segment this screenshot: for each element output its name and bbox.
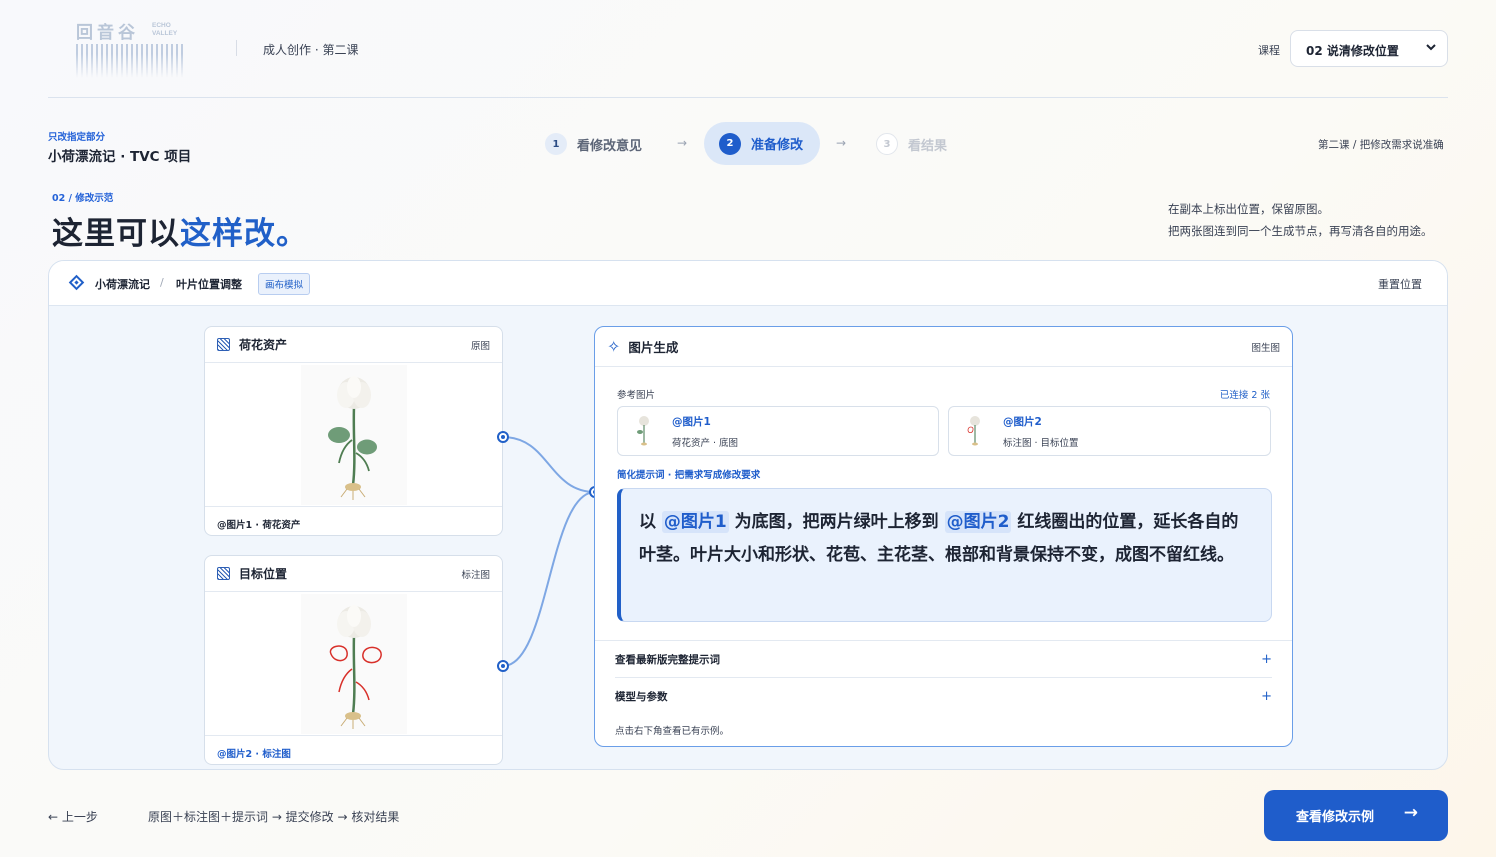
asset-card-tag: 原图 xyxy=(470,340,490,352)
image-icon xyxy=(217,338,230,351)
asset-node-card[interactable]: 荷花资产 原图 @图片1 · 荷花资产 xyxy=(204,326,503,536)
target-card-footer: @图片2 · 标注图 xyxy=(217,749,291,760)
target-card-title: 目标位置 xyxy=(239,567,288,581)
accordion-full-prompt[interactable]: 查看最新版完整提示词 + xyxy=(615,652,1272,672)
mention-image-1: @图片1 xyxy=(661,511,729,533)
step-number: 2 xyxy=(719,132,741,155)
prompt-label: 简化提示词 · 把需求写成修改要求 xyxy=(617,470,761,481)
view-example-button[interactable]: 查看修改示例 → xyxy=(1264,790,1448,841)
workflow-summary: 原图＋标注图＋提示词 → 提交修改 → 核对结果 xyxy=(148,810,400,824)
logo-bars xyxy=(76,44,186,78)
course-select[interactable]: 02 说清修改位置 xyxy=(1290,30,1448,67)
logo-text-en: ECHO VALLEY xyxy=(152,22,178,37)
lesson-note: 第二课 / 把修改需求说准确 xyxy=(1318,139,1444,151)
section-kicker: 02 / 修改示范 xyxy=(52,193,114,204)
plus-icon: + xyxy=(1261,652,1272,667)
target-node-card[interactable]: 目标位置 标注图 @图片2 · 标注图 xyxy=(204,555,503,765)
divider xyxy=(595,640,1292,641)
step-arrow-icon: → xyxy=(677,136,688,150)
course-subtitle: 成人创作 · 第二课 xyxy=(263,43,359,57)
logo: 回音谷 ECHO VALLEY xyxy=(72,14,190,80)
mention-image-2: @图片2 xyxy=(944,511,1012,533)
target-image xyxy=(205,592,502,736)
reference-title: @图片1 xyxy=(672,415,711,428)
image-generation-node[interactable]: ✧ 图片生成 图生图 参考图片 已连接 2 张 @图片1 荷花资产 · 底图 @… xyxy=(594,326,1293,747)
generation-card-tag: 图生图 xyxy=(1251,342,1280,354)
header-divider xyxy=(236,40,237,56)
asset-card-header: 荷花资产 原图 xyxy=(205,327,502,363)
sparkle-icon: ✧ xyxy=(607,337,621,356)
header-divider-line xyxy=(48,97,1448,98)
canvas-panel: 小荷漂流记 / 叶片位置调整 画布模拟 重置位置 荷花资产 原图 @图片1 · … xyxy=(48,260,1448,770)
target-card-header: 目标位置 标注图 xyxy=(205,556,502,592)
headline-highlight: 这样改。 xyxy=(180,216,308,252)
logo-text-cn: 回音谷 xyxy=(76,23,139,43)
course-label: 课程 xyxy=(1258,44,1280,57)
step-label: 看修改意见 xyxy=(577,138,643,154)
reference-thumbnail xyxy=(637,416,649,446)
accordion-model-params[interactable]: 模型与参数 + xyxy=(615,689,1272,709)
section-description-2: 把两张图连到同一个生成节点，再写清各自的用途。 xyxy=(1168,224,1433,238)
generation-hint: 点击右下角查看已有示例。 xyxy=(615,726,730,737)
step-number: 1 xyxy=(545,133,567,155)
target-card-tag: 标注图 xyxy=(461,569,490,581)
connector-target xyxy=(502,491,596,667)
asset-card-footer: @图片1 · 荷花资产 xyxy=(217,520,301,531)
step-label: 准备修改 xyxy=(751,138,804,153)
asset-card-title: 荷花资产 xyxy=(239,338,288,352)
reference-subtitle: 标注图 · 目标位置 xyxy=(1003,437,1079,449)
view-example-label: 查看修改示例 xyxy=(1296,810,1375,825)
chevron-down-icon xyxy=(1426,44,1436,51)
target-output-port[interactable] xyxy=(497,660,509,672)
reference-item[interactable]: @图片1 荷花资产 · 底图 xyxy=(617,406,939,456)
reference-count: 已连接 2 张 xyxy=(1219,390,1270,401)
generation-card-title: 图片生成 xyxy=(628,340,679,355)
step-number: 3 xyxy=(876,133,898,155)
course-select-value: 02 说清修改位置 xyxy=(1306,44,1399,58)
page-headline: 这里可以这样改。 xyxy=(52,216,308,252)
divider xyxy=(615,677,1272,678)
arrow-right-icon: → xyxy=(1403,803,1418,823)
reference-label: 参考图片 xyxy=(617,390,656,401)
asset-output-port[interactable] xyxy=(497,431,509,443)
image-icon xyxy=(217,567,230,580)
asset-image xyxy=(205,363,502,507)
step-3[interactable]: 3 看结果 xyxy=(876,133,947,155)
annotated-lotus-image xyxy=(301,594,407,734)
generation-card-header: ✧ 图片生成 图生图 xyxy=(595,327,1292,367)
project-kicker: 只改指定部分 xyxy=(48,132,106,143)
prompt-textarea[interactable]: 以 @图片1 为底图，把两片绿叶上移到 @图片2 红线圈出的位置，延长各自的叶茎… xyxy=(617,488,1272,622)
step-arrow-icon: → xyxy=(836,136,847,150)
project-title: 小荷漂流记 · TVC 项目 xyxy=(48,149,192,165)
step-2[interactable]: 2 准备修改 xyxy=(704,122,820,165)
reference-item[interactable]: @图片2 标注图 · 目标位置 xyxy=(948,406,1271,456)
lotus-image xyxy=(301,365,407,505)
back-button[interactable]: ← 上一步 xyxy=(48,808,98,825)
connector-asset xyxy=(502,436,596,493)
reference-subtitle: 荷花资产 · 底图 xyxy=(672,437,739,449)
step-1[interactable]: 1 看修改意见 xyxy=(545,133,642,155)
section-description-1: 在副本上标出位置，保留原图。 xyxy=(1168,202,1329,216)
reference-thumbnail xyxy=(967,416,980,446)
plus-icon: + xyxy=(1261,689,1272,704)
step-label: 看结果 xyxy=(908,138,948,154)
reference-title: @图片2 xyxy=(1003,415,1042,428)
